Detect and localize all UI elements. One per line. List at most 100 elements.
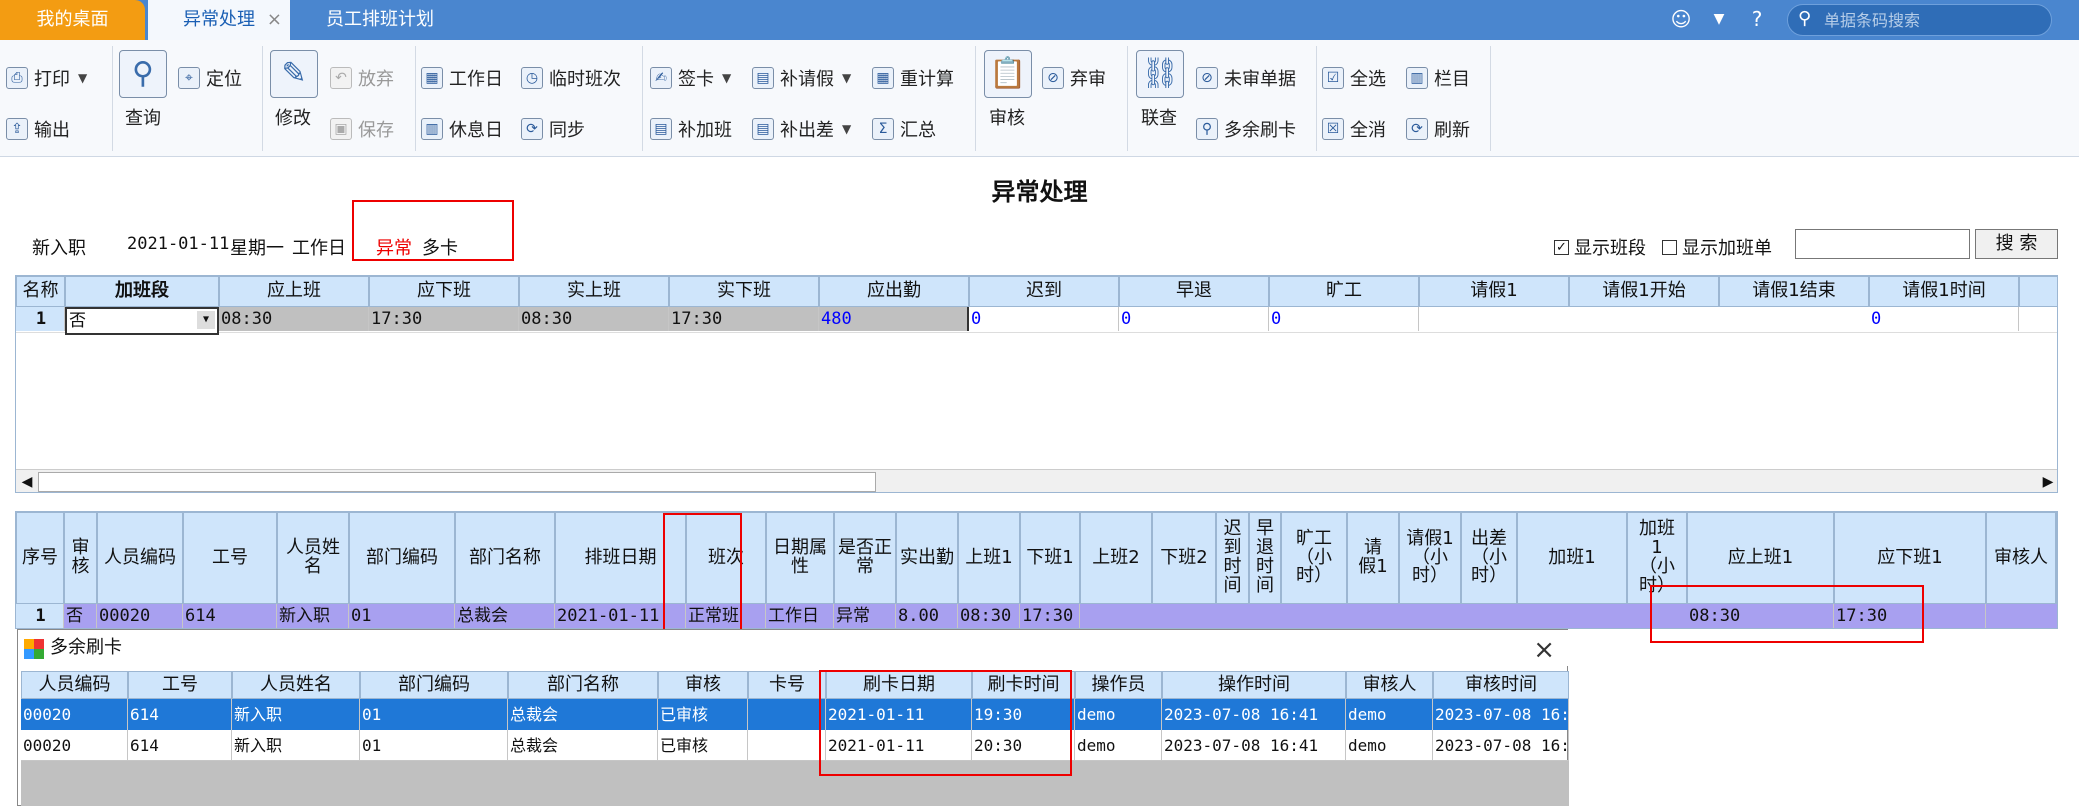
- column-header[interactable]: 下班2: [1152, 512, 1216, 604]
- edit-button[interactable]: ✎ 修改: [270, 50, 318, 130]
- unaudited-docs-button[interactable]: ⊘ 未审单据: [1196, 65, 1296, 91]
- save-button[interactable]: ▣ 保存: [330, 116, 394, 142]
- chevron-down-icon[interactable]: ▼: [78, 71, 87, 85]
- trip-button[interactable]: ▤ 补出差 ▼: [752, 116, 851, 142]
- column-header[interactable]: 是否正常: [834, 512, 896, 604]
- restday-button[interactable]: ▥ 休息日: [421, 116, 503, 142]
- cell-name[interactable]: 新入职: [277, 604, 349, 628]
- column-header[interactable]: 操作时间: [1162, 671, 1346, 699]
- column-header[interactable]: 日期属性: [766, 512, 834, 604]
- recalc-button[interactable]: ▦ 重计算: [872, 65, 954, 91]
- cell-attendance[interactable]: 480: [819, 307, 969, 331]
- leave-button[interactable]: ▤ 补请假 ▼: [752, 65, 851, 91]
- show-overtime-checkbox[interactable]: 显示加班单: [1662, 234, 1772, 260]
- chevron-down-icon[interactable]: ▼: [1706, 6, 1732, 32]
- column-header[interactable]: 应出勤: [819, 276, 969, 307]
- column-header[interactable]: 审核: [658, 671, 748, 699]
- refresh-button[interactable]: ⟳ 刷新: [1406, 116, 1470, 142]
- column-header[interactable]: 工号: [183, 512, 277, 604]
- column-header[interactable]: 序号: [16, 512, 64, 604]
- global-search-input[interactable]: [1824, 9, 2044, 31]
- column-header[interactable]: 工号: [128, 671, 232, 699]
- column-header[interactable]: 请假1: [1347, 512, 1399, 604]
- arrow-right-icon[interactable]: ▶: [2039, 473, 2057, 491]
- column-header[interactable]: 上班2: [1080, 512, 1152, 604]
- column-header[interactable]: 应上班: [219, 276, 369, 307]
- close-icon[interactable]: ×: [1533, 632, 1555, 668]
- column-header[interactable]: 出差（小时）: [1461, 512, 1517, 604]
- tab-schedule[interactable]: 员工排班计划: [300, 0, 460, 40]
- column-header[interactable]: 卡号: [748, 671, 826, 699]
- cell-dept-code[interactable]: 01: [349, 604, 455, 628]
- column-header[interactable]: 人员编码: [97, 512, 183, 604]
- column-header[interactable]: 部门编码: [360, 671, 508, 699]
- column-header[interactable]: 早退: [1119, 276, 1269, 307]
- table-row[interactable]: 1 否 ▼ 08:30 17:30 08:30 17:30 480 0 0 0 …: [16, 307, 2057, 335]
- signcard-button[interactable]: ✍ 签卡 ▼: [650, 65, 731, 91]
- column-header[interactable]: 请假1（小时）: [1399, 512, 1461, 604]
- scrollbar-thumb[interactable]: [38, 472, 876, 492]
- cell-dept-name[interactable]: 总裁会: [455, 604, 555, 628]
- overtime-button[interactable]: ▤ 补加班: [650, 116, 732, 142]
- cell-sched-out[interactable]: 17:30: [369, 307, 519, 331]
- cell-job-no[interactable]: 614: [183, 604, 277, 628]
- column-header[interactable]: 实出勤: [896, 512, 958, 604]
- column-header[interactable]: 操作员: [1075, 671, 1162, 699]
- column-header[interactable]: 审核人: [1986, 512, 2056, 604]
- cell-actual-out[interactable]: 17:30: [669, 307, 819, 331]
- column-header[interactable]: 人员姓名: [277, 512, 349, 604]
- query-button[interactable]: ⚲ 查询: [118, 50, 168, 130]
- column-header[interactable]: 请假1: [1419, 276, 1569, 307]
- table-row[interactable]: 00020 614 新入职 01 总裁会 已审核 2021-01-11 19:3…: [21, 699, 1569, 730]
- column-header[interactable]: 修: [2056, 512, 2057, 604]
- extra-swipe-button[interactable]: ⚲ 多余刷卡: [1196, 116, 1296, 142]
- search-button[interactable]: 搜 索: [1975, 229, 2058, 259]
- cell-in1[interactable]: 08:30: [958, 604, 1020, 628]
- audit-button[interactable]: 📋 审核: [984, 50, 1032, 130]
- column-header[interactable]: 审核: [64, 512, 97, 604]
- chevron-down-icon[interactable]: ▼: [842, 71, 851, 85]
- cell-emp-code[interactable]: 00020: [97, 604, 183, 628]
- column-header[interactable]: 审核时间: [1433, 671, 1569, 699]
- column-header[interactable]: 迟到: [969, 276, 1119, 307]
- cell-leave1-time[interactable]: 0: [1869, 307, 2019, 331]
- column-header[interactable]: 人员编码: [21, 671, 128, 699]
- chevron-down-icon[interactable]: ▼: [197, 311, 215, 329]
- cell-sched-in[interactable]: 08:30: [219, 307, 369, 331]
- column-header[interactable]: 加班1: [1517, 512, 1627, 604]
- column-header[interactable]: 部门名称: [508, 671, 658, 699]
- cell-actual-in[interactable]: 08:30: [519, 307, 669, 331]
- cell-out1[interactable]: 17:30: [1020, 604, 1080, 628]
- column-header[interactable]: 上班1: [958, 512, 1020, 604]
- cell-late[interactable]: 0: [969, 307, 1119, 331]
- column-header[interactable]: 早退时间: [1249, 512, 1281, 604]
- tab-exception[interactable]: 异常处理 ×: [148, 0, 290, 40]
- column-header[interactable]: 部门编码: [349, 512, 455, 604]
- column-header[interactable]: 实下班: [669, 276, 819, 307]
- column-header[interactable]: 请假1时间: [1869, 276, 2019, 307]
- tab-desktop[interactable]: 我的桌面: [0, 0, 145, 40]
- cell-attendance[interactable]: 8.00: [896, 604, 958, 628]
- chevron-down-icon[interactable]: ▼: [842, 122, 851, 136]
- deselect-all-button[interactable]: ☒ 全消: [1322, 116, 1386, 142]
- column-header[interactable]: 请假1开始: [1569, 276, 1719, 307]
- linkquery-button[interactable]: ⛓ 联查: [1136, 50, 1184, 130]
- cell-audit[interactable]: 否: [64, 604, 97, 628]
- chevron-down-icon[interactable]: ▼: [722, 71, 731, 85]
- abandon-button[interactable]: ↶ 放弃: [330, 65, 394, 91]
- show-segment-checkbox[interactable]: ✓ 显示班段: [1554, 234, 1646, 260]
- close-icon[interactable]: ×: [267, 0, 282, 40]
- help-icon[interactable]: ?: [1744, 6, 1770, 32]
- sync-button[interactable]: ⟳ 同步: [521, 116, 585, 142]
- locate-button[interactable]: ⌖ 定位: [178, 65, 242, 91]
- select-all-button[interactable]: ☑ 全选: [1322, 65, 1386, 91]
- cell-early[interactable]: 0: [1119, 307, 1269, 331]
- column-header[interactable]: 请假1结束: [1719, 276, 1869, 307]
- column-header[interactable]: 旷工: [1269, 276, 1419, 307]
- horizontal-scrollbar[interactable]: ◀ ▶: [16, 469, 2057, 492]
- unaudit-button[interactable]: ⊘ 弃审: [1042, 65, 1106, 91]
- export-button[interactable]: ⇪ 输出: [6, 116, 70, 142]
- column-header[interactable]: 下班1: [1020, 512, 1080, 604]
- workday-button[interactable]: ▦ 工作日: [421, 65, 503, 91]
- table-row[interactable]: 00020 614 新入职 01 总裁会 已审核 2021-01-11 20:3…: [21, 730, 1569, 761]
